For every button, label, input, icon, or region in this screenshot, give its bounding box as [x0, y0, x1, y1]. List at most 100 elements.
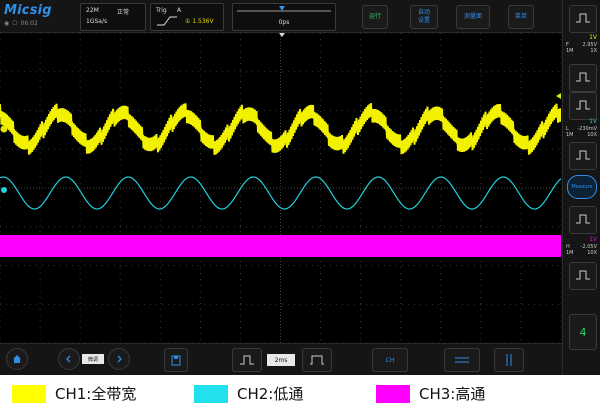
grid-dot	[222, 71, 223, 73]
grid-dot	[520, 303, 522, 304]
home-button[interactable]	[6, 348, 28, 370]
grid-dot	[0, 225, 1, 226]
grid-dot	[138, 303, 139, 305]
grid-dot	[444, 226, 445, 228]
grid-dot	[400, 69, 402, 70]
grid-dot	[360, 87, 362, 88]
menu-button[interactable]: 菜单	[508, 5, 534, 29]
grid-dot	[210, 303, 211, 305]
grid-dot	[144, 303, 145, 305]
horizontal-position-panel[interactable]: 0ps	[232, 3, 336, 31]
narrow-pulse-icon	[240, 355, 254, 365]
channel-select-button[interactable]: CH	[372, 348, 408, 372]
grid-dot	[186, 32, 187, 34]
ch3-pulse-button-lower[interactable]	[569, 262, 597, 290]
grid-dot	[480, 165, 482, 166]
grid-dot	[199, 267, 201, 268]
grid-dot	[360, 231, 362, 232]
grid-dot	[39, 63, 41, 64]
grid-dot	[239, 93, 241, 94]
timebase-increase-button[interactable]	[302, 348, 332, 372]
grid-dot	[39, 195, 41, 196]
grid-dot	[270, 303, 271, 305]
timebase-decrease-button[interactable]	[232, 348, 262, 372]
trigger-panel[interactable]: Trig A ① 1.536V	[150, 3, 224, 31]
ch2-pulse-button[interactable]	[569, 92, 597, 120]
auto-setup-button[interactable]: 自动 设置	[410, 5, 438, 29]
fine-decrease-button[interactable]	[58, 348, 80, 370]
grid-dot	[79, 261, 81, 262]
grid-dot	[400, 213, 402, 214]
grid-dot	[560, 321, 562, 322]
ch1-impedance: 1M	[566, 48, 574, 54]
grid-dot	[400, 297, 402, 298]
grid-dot	[560, 99, 562, 100]
grid-dot	[239, 195, 241, 196]
grid-dot	[492, 303, 493, 305]
grid-dot	[39, 45, 41, 46]
save-button[interactable]	[164, 348, 188, 372]
grid-dot	[528, 71, 529, 73]
ch2-pulse-button-lower[interactable]	[569, 142, 597, 170]
grid-dot	[400, 105, 402, 106]
grid-dot	[108, 226, 109, 228]
grid-dot	[468, 71, 469, 73]
horizontal-cursor-button[interactable]	[444, 348, 480, 372]
grid-dot	[282, 226, 283, 228]
grid-dot	[320, 99, 322, 100]
ch3-info[interactable]: 1V H -2.05V 1M 10X	[565, 236, 599, 263]
grid-dot	[558, 71, 559, 73]
grid-dot	[114, 32, 115, 34]
grid-dot	[270, 265, 271, 266]
acquisition-panel[interactable]: 22M 正常 1GSa/s	[80, 3, 146, 31]
grid-dot	[440, 141, 442, 142]
waveform-display[interactable]	[0, 32, 562, 344]
grid-dot	[79, 171, 81, 172]
grid-dot	[342, 71, 343, 73]
grid-dot	[39, 333, 41, 334]
grid-dot	[320, 267, 322, 268]
grid-dot	[204, 265, 205, 266]
grid-dot	[400, 93, 402, 94]
grid-dot	[186, 71, 187, 73]
grid-dot	[396, 303, 397, 305]
grid-dot	[384, 303, 385, 305]
grid-dot	[228, 32, 229, 34]
grid-dot	[360, 183, 362, 184]
grid-dot	[480, 81, 482, 82]
grid-dot	[174, 226, 175, 228]
ch1-pulse-button[interactable]	[569, 5, 597, 33]
grid-dot	[414, 148, 415, 150]
grid-dot	[174, 32, 175, 34]
grid-dot	[0, 123, 1, 124]
measure-round-button[interactable]: Measure	[567, 175, 597, 199]
grid-dot	[444, 303, 445, 305]
ch2-info[interactable]: 1V L -230mV 1M 10X	[565, 118, 599, 145]
run-stop-button[interactable]: 运行	[362, 5, 388, 29]
grid-dot	[79, 111, 81, 112]
grid-dot	[192, 265, 193, 266]
grid-dot	[199, 297, 201, 298]
ch3-pulse-button[interactable]	[569, 206, 597, 234]
grid-dot	[119, 45, 121, 46]
grid-dot	[79, 213, 81, 214]
grid-dot	[39, 171, 41, 172]
ch1-pulse-button-lower[interactable]	[569, 64, 597, 92]
fine-increase-button[interactable]	[108, 348, 130, 370]
vertical-cursor-button[interactable]	[494, 348, 524, 372]
ch1-info[interactable]: 1V F 2.95V 1M 1X	[565, 34, 599, 61]
grid-dot	[39, 273, 41, 274]
grid-dot	[390, 265, 391, 266]
grid-dot	[492, 265, 493, 266]
page-number-button[interactable]: 4	[569, 314, 597, 350]
measure-button[interactable]: 测量面	[456, 5, 490, 29]
grid-dot	[264, 71, 265, 73]
grid-dot	[306, 265, 307, 266]
grid-dot	[450, 71, 451, 73]
grid-dot	[239, 99, 241, 100]
grid-dot	[378, 265, 379, 266]
grid-dot	[438, 71, 439, 73]
grid-dot	[372, 303, 373, 305]
grid-dot	[270, 148, 271, 150]
grid-dot	[234, 148, 235, 150]
